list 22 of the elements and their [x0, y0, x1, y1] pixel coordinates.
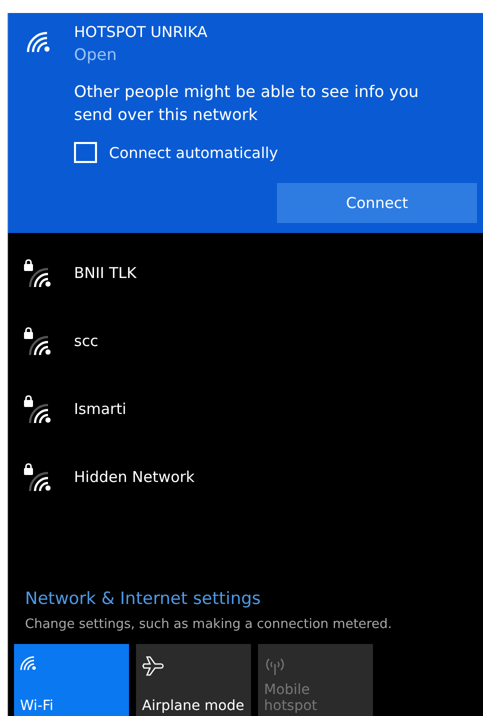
tile-label: Wi-Fi [20, 698, 54, 714]
checkbox[interactable] [74, 142, 97, 163]
network-name: HOTSPOT UNRIKA [74, 23, 208, 41]
quick-action-tile[interactable]: Wi-Fi [14, 644, 129, 716]
network-name[interactable]: BNII TLK [74, 264, 136, 282]
tile-label: Airplane mode [142, 698, 245, 714]
connect-button[interactable]: Connect [277, 183, 477, 223]
network-status: Open [74, 45, 118, 64]
quick-action-tile[interactable]: Airplane mode [136, 644, 251, 716]
security-warning: Other people might be able to see info you send over this network [74, 81, 420, 126]
selected-network-panel[interactable]: HOTSPOT UNRIKA Open Other people might be able to see info you send over this network Connect automatically Connect [8, 13, 483, 233]
tile-label: Mobile hotspot [264, 682, 318, 714]
wifi-icon [26, 31, 52, 53]
settings-description: Change settings, such as making a connection metered. [25, 617, 393, 632]
hotspot-icon [264, 656, 286, 676]
checkbox-label: Connect automatically [109, 144, 278, 162]
wifi-icon [20, 656, 36, 670]
network-name[interactable]: scc [74, 332, 98, 350]
settings-link[interactable]: Network & Internet settings [25, 589, 483, 609]
airplane-icon [142, 656, 164, 676]
network-name[interactable]: Hidden Network [74, 468, 195, 486]
network-name[interactable]: Ismarti [74, 400, 126, 418]
